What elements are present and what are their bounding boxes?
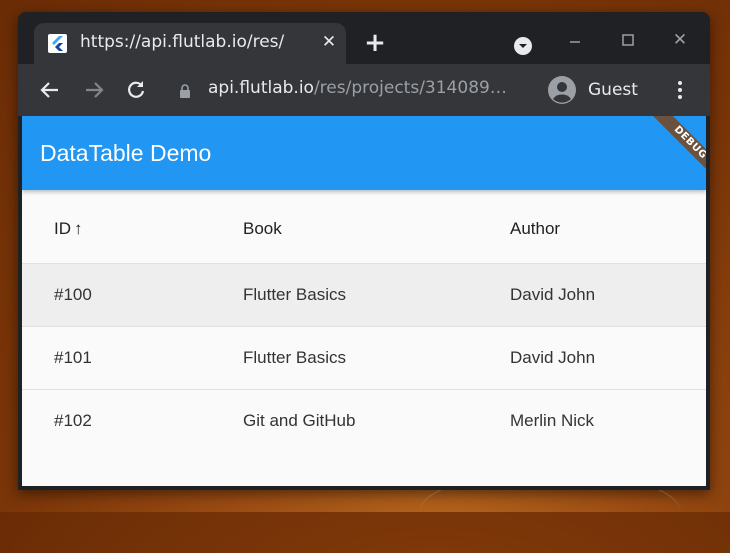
reload-icon[interactable] [124,78,148,102]
flutter-app: DataTable Demo DEBUG ID ↑ Book Author #10… [22,116,706,486]
cell-author: David John [510,285,596,304]
more-vert-icon[interactable] [670,78,690,102]
table-header-row: ID ↑ Book Author [22,190,706,264]
avatar-icon[interactable] [548,76,576,104]
page-title: DataTable Demo [40,140,212,166]
cell-id: #101 [54,348,92,367]
column-header-book: Book [243,219,282,238]
cell-author: Merlin Nick [510,411,595,430]
address-bar[interactable]: api.flutlab.io/res/projects/314089… [208,78,528,102]
cell-book: Flutter Basics [243,348,346,367]
column-header-label: ID [54,219,71,238]
cell-book: Flutter Basics [243,285,346,304]
table-row[interactable]: #100 Flutter Basics David John [22,264,706,327]
table-row[interactable]: #102 Git and GitHub Merlin Nick [22,390,706,453]
browser-tab[interactable]: https://api.flutlab.io/res/ ✕ [34,23,346,64]
tab-close-icon[interactable]: ✕ [318,31,340,53]
browser-toolbar: api.flutlab.io/res/projects/314089… Gues… [18,64,710,116]
table-row[interactable]: #101 Flutter Basics David John [22,327,706,390]
app-bar: DataTable Demo [22,116,706,190]
debug-banner-label: DEBUG [642,116,706,191]
window-close-icon[interactable]: ✕ [668,28,692,52]
new-tab-button[interactable]: + [362,30,388,56]
url-path: /res/projects/314089… [313,78,507,98]
cell-author: David John [510,348,596,367]
tab-search-icon[interactable] [513,36,533,56]
tab-title: https://api.flutlab.io/res/ [80,32,310,54]
minimize-icon[interactable] [566,30,584,50]
forward-arrow-icon[interactable] [82,78,106,102]
cell-id: #102 [54,411,92,430]
tab-strip: https://api.flutlab.io/res/ ✕ + ✕ [18,12,710,64]
url-host: api.flutlab.io [208,78,314,98]
cell-book: Git and GitHub [243,411,356,430]
sort-arrow-up-icon[interactable]: ↑ [74,218,83,240]
column-header-id[interactable]: ID ↑ [54,218,83,240]
column-header-author: Author [510,219,561,238]
cell-id: #100 [54,285,92,304]
back-arrow-icon[interactable] [38,78,62,102]
browser-window: https://api.flutlab.io/res/ ✕ + ✕ api.fl… [18,12,710,490]
lock-icon[interactable] [178,83,192,99]
flutter-favicon-icon [48,34,67,53]
profile-name[interactable]: Guest [588,78,638,102]
data-table: ID ↑ Book Author #100 Flutter Basics Davi… [22,190,706,453]
debug-banner: DEBUG [622,116,706,200]
maximize-icon[interactable] [618,30,638,50]
